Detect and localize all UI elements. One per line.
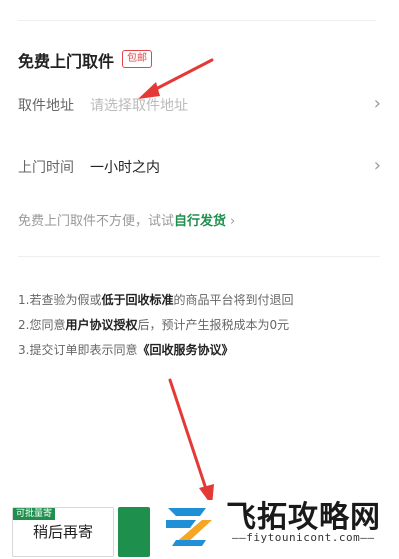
note-1: 1.若查验为假或低于回收标准的商品平台将到付退回: [18, 293, 294, 307]
free-shipping-badge: 包邮: [122, 50, 152, 68]
divider: [18, 20, 376, 21]
note-3: 3.提交订单即表示同意《回收服务协议》: [18, 343, 234, 357]
divider: [18, 256, 380, 257]
address-placeholder[interactable]: 请选择取件地址: [90, 95, 188, 115]
ship-later-label: 稍后再寄: [32, 523, 93, 541]
pickup-card: 免费上门取件 包邮 取件地址 请选择取件地址 › 上门时间 一小时之内 › 免费…: [0, 0, 399, 559]
section-title: 免费上门取件: [18, 52, 115, 71]
note-2: 2.您同意用户协议授权后，预计产生报税成本为0元: [18, 318, 290, 332]
self-ship-hint[interactable]: 免费上门取件不方便，试试自行发货 ›: [18, 210, 235, 229]
terms-notes: 1.若查验为假或低于回收标准的商品平台将到付退回 2.您同意用户协议授权后，预计…: [18, 288, 293, 363]
watermark-brand: 飞拓攻略网: [226, 500, 381, 535]
ship-later-button[interactable]: 可批量寄 稍后再寄: [12, 507, 114, 557]
batch-ship-tag: 可批量寄: [13, 508, 56, 520]
self-ship-link[interactable]: 自行发货: [174, 214, 226, 229]
recycle-service-agreement-link[interactable]: 《回收服务协议》: [137, 343, 233, 357]
time-row[interactable]: 上门时间 一小时之内 ›: [0, 146, 399, 186]
watermark: 飞拓攻略网 ——fiytounicont.com——: [152, 490, 399, 559]
address-row[interactable]: 取件地址 请选择取件地址 ›: [0, 84, 399, 124]
address-label: 取件地址: [18, 98, 74, 114]
watermark-url: ——fiytounicont.com——: [232, 531, 375, 544]
watermark-logo-icon: [162, 500, 216, 548]
submit-order-button[interactable]: [118, 507, 150, 557]
time-value[interactable]: 一小时之内: [90, 157, 160, 177]
recycle-standard-text: 低于回收标准: [101, 293, 174, 307]
chevron-right-icon: ›: [373, 93, 381, 114]
chevron-right-icon: ›: [230, 214, 236, 229]
user-agreement-link[interactable]: 用户协议授权: [65, 318, 137, 332]
chevron-right-icon: ›: [373, 155, 381, 176]
time-label: 上门时间: [18, 160, 74, 176]
hint-text: 免费上门取件不方便，试试: [18, 214, 175, 229]
